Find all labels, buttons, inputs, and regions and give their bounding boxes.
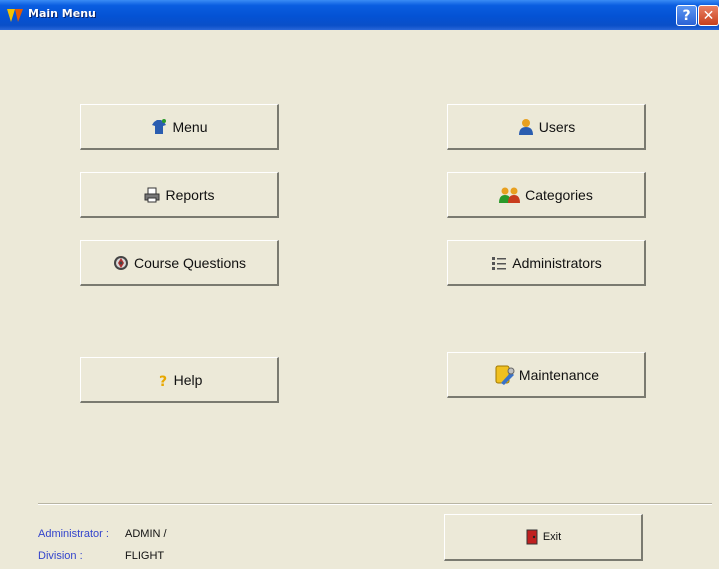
exit-button-label: Exit xyxy=(542,531,562,543)
question-icon: ? xyxy=(156,371,170,389)
window-title: Main Menu xyxy=(28,7,96,20)
maintenance-button[interactable]: Maintenance xyxy=(447,352,646,398)
course-questions-button[interactable]: Course Questions xyxy=(80,240,279,286)
division-label: Division : xyxy=(38,550,83,562)
user-icon xyxy=(517,118,535,136)
list-icon xyxy=(490,254,508,272)
administrator-value: ADMIN / xyxy=(125,528,167,540)
administrator-label: Administrator : xyxy=(38,528,109,540)
close-button[interactable]: ✕ xyxy=(698,5,719,26)
reports-button[interactable]: Reports xyxy=(80,172,279,218)
tools-icon xyxy=(493,364,515,386)
administrators-button[interactable]: Administrators xyxy=(447,240,646,286)
printer-icon xyxy=(143,186,161,204)
division-value: FLIGHT xyxy=(125,550,165,562)
maintenance-button-label: Maintenance xyxy=(518,366,600,383)
title-bar: Main Menu ? ✕ xyxy=(0,0,719,30)
footer-divider xyxy=(38,503,712,505)
reports-button-label: Reports xyxy=(165,186,215,203)
shirt-icon xyxy=(150,118,168,136)
course-questions-button-label: Course Questions xyxy=(133,254,247,271)
app-logo-icon xyxy=(6,6,24,24)
exit-button[interactable]: Exit xyxy=(444,514,643,561)
help-button-label: Help xyxy=(173,371,203,388)
categories-button[interactable]: Categories xyxy=(447,172,646,218)
categories-button-label: Categories xyxy=(525,186,593,203)
disc-icon xyxy=(112,254,130,272)
title-help-button[interactable]: ? xyxy=(676,5,697,26)
group-icon xyxy=(499,186,521,204)
menu-button-label: Menu xyxy=(172,118,208,135)
users-button[interactable]: Users xyxy=(447,104,646,150)
menu-button[interactable]: Menu xyxy=(80,104,279,150)
users-button-label: Users xyxy=(538,118,576,135)
door-icon xyxy=(525,528,539,546)
svg-text:?: ? xyxy=(159,374,167,389)
administrators-button-label: Administrators xyxy=(512,254,602,271)
help-button[interactable]: ? Help xyxy=(80,357,279,403)
